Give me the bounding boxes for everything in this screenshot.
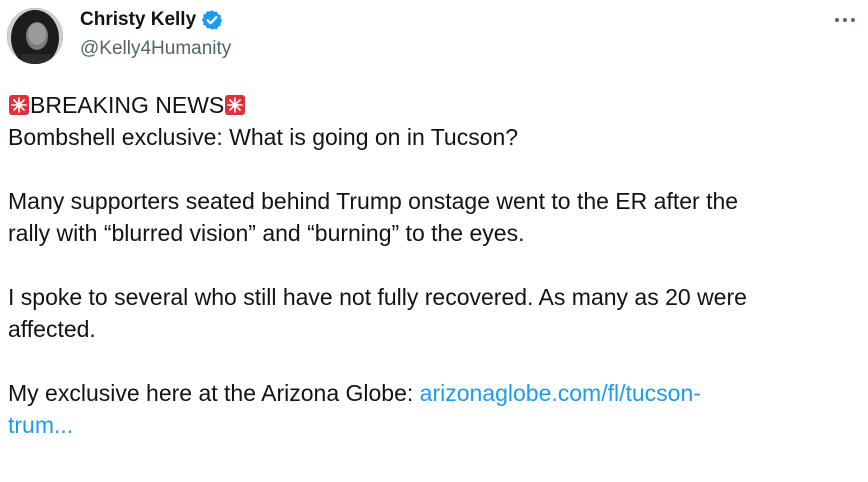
more-dot bbox=[835, 18, 839, 22]
more-dot bbox=[843, 18, 847, 22]
headline-line: BREAKING NEWS bbox=[8, 89, 860, 121]
link-prefix-text: My exclusive here at the Arizona Globe: bbox=[8, 380, 420, 406]
headline-text: BREAKING NEWS bbox=[30, 92, 225, 118]
author-handle[interactable]: @Kelly4Humanity bbox=[80, 36, 231, 62]
tweet-link-line: My exclusive here at the Arizona Globe: … bbox=[8, 377, 860, 409]
tweet-text: BREAKING NEWS Bombshell exclusive: What … bbox=[8, 89, 860, 441]
avatar[interactable] bbox=[7, 8, 63, 64]
tweet-header: Christy Kelly @Kelly4Humanity bbox=[0, 0, 868, 70]
article-link-continued[interactable]: trum... bbox=[8, 412, 73, 438]
tweet-line: rally with “blurred vision” and “burning… bbox=[8, 220, 525, 246]
tweet-line: affected. bbox=[8, 316, 96, 342]
tweet-line: I spoke to several who still have not fu… bbox=[8, 284, 747, 310]
avatar-image bbox=[7, 8, 63, 64]
more-options-icon[interactable] bbox=[830, 8, 860, 32]
article-link[interactable]: arizonaglobe.com/fl/tucson- bbox=[420, 380, 701, 406]
tweet-line: Many supporters seated behind Trump onst… bbox=[8, 188, 739, 214]
tweet-link-line: trum... bbox=[8, 409, 860, 441]
author-display-name[interactable]: Christy Kelly bbox=[80, 7, 196, 33]
siren-icon bbox=[224, 92, 246, 115]
tweet-card: Christy Kelly @Kelly4Humanity BREAKING N… bbox=[0, 0, 868, 482]
author-name-row: Christy Kelly bbox=[80, 7, 231, 33]
tweet-line: Bombshell exclusive: What is going on in… bbox=[8, 124, 519, 150]
more-dot bbox=[851, 18, 855, 22]
verified-badge-icon[interactable] bbox=[201, 9, 223, 31]
siren-icon bbox=[8, 92, 30, 115]
author-block: Christy Kelly @Kelly4Humanity bbox=[80, 7, 231, 62]
